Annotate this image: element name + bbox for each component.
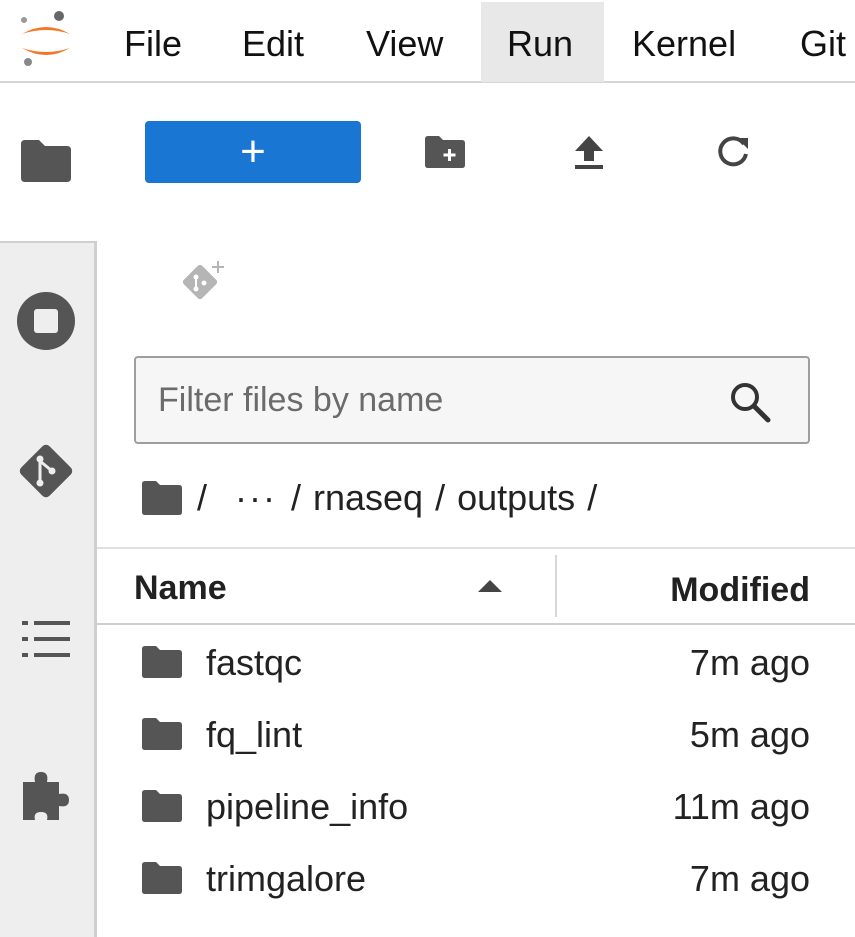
folder-icon <box>142 718 182 750</box>
file-name: fq_lint <box>206 714 303 755</box>
file-list-header: Name Modified <box>97 547 855 625</box>
breadcrumb-separator: / <box>587 477 598 518</box>
column-header-name[interactable]: Name <box>134 549 227 623</box>
breadcrumb-separator: / <box>435 477 446 518</box>
upload-icon[interactable] <box>557 121 621 183</box>
file-modified: 11m ago <box>672 786 810 827</box>
file-name: trimgalore <box>206 858 367 899</box>
file-browser-panel: + / ··· / rnas <box>97 83 855 937</box>
file-row[interactable]: pipeline_info 11m ago <box>97 771 855 843</box>
extension-icon[interactable] <box>14 765 78 829</box>
folder-icon <box>142 646 182 678</box>
column-header-modified[interactable]: Modified <box>670 549 810 623</box>
column-resize-handle[interactable] <box>555 555 557 617</box>
menu-bar: File Edit View Run Kernel Git <box>0 0 855 83</box>
breadcrumb: / ··· / rnaseq / outputs / <box>141 473 609 523</box>
activity-bar <box>0 83 97 937</box>
new-launcher-button[interactable]: + <box>145 121 361 183</box>
git-icon[interactable] <box>14 439 78 503</box>
file-name: fastqc <box>206 642 303 683</box>
breadcrumb-outputs[interactable]: outputs <box>457 477 575 519</box>
git-clone-icon[interactable] <box>177 255 233 305</box>
filter-box <box>134 356 810 444</box>
file-row[interactable]: fq_lint 5m ago <box>97 699 855 771</box>
menu-view[interactable]: View <box>366 2 443 82</box>
filter-input[interactable] <box>158 358 718 442</box>
menu-run[interactable]: Run <box>481 2 604 82</box>
search-icon <box>731 383 771 423</box>
refresh-icon[interactable] <box>701 121 765 183</box>
file-modified: 7m ago <box>689 642 810 683</box>
file-modified: 5m ago <box>689 714 810 755</box>
file-modified: 7m ago <box>689 858 810 899</box>
new-folder-icon[interactable] <box>413 121 477 183</box>
menu-git[interactable]: Git <box>800 2 846 82</box>
menu-edit[interactable]: Edit <box>242 2 304 82</box>
breadcrumb-rnaseq[interactable]: rnaseq <box>313 477 423 519</box>
folder-icon <box>142 862 182 894</box>
file-row[interactable]: fastqc 7m ago <box>97 627 855 699</box>
file-row[interactable]: trimgalore 7m ago <box>97 843 855 915</box>
breadcrumb-separator: / <box>290 477 301 518</box>
running-icon[interactable] <box>14 289 78 353</box>
jupyter-logo-icon[interactable] <box>14 8 78 72</box>
breadcrumb-ellipsis[interactable]: ··· <box>235 477 277 519</box>
breadcrumb-root[interactable]: / <box>197 477 207 519</box>
folder-icon <box>142 790 182 822</box>
sort-ascending-icon[interactable] <box>477 579 503 593</box>
menu-kernel[interactable]: Kernel <box>632 2 736 82</box>
menu-file[interactable]: File <box>124 2 182 82</box>
folder-icon[interactable] <box>14 129 78 193</box>
toc-icon[interactable] <box>14 607 78 671</box>
new-launcher-label: + <box>240 127 266 176</box>
breadcrumb-home-icon[interactable] <box>141 480 183 516</box>
file-name: pipeline_info <box>206 786 409 827</box>
